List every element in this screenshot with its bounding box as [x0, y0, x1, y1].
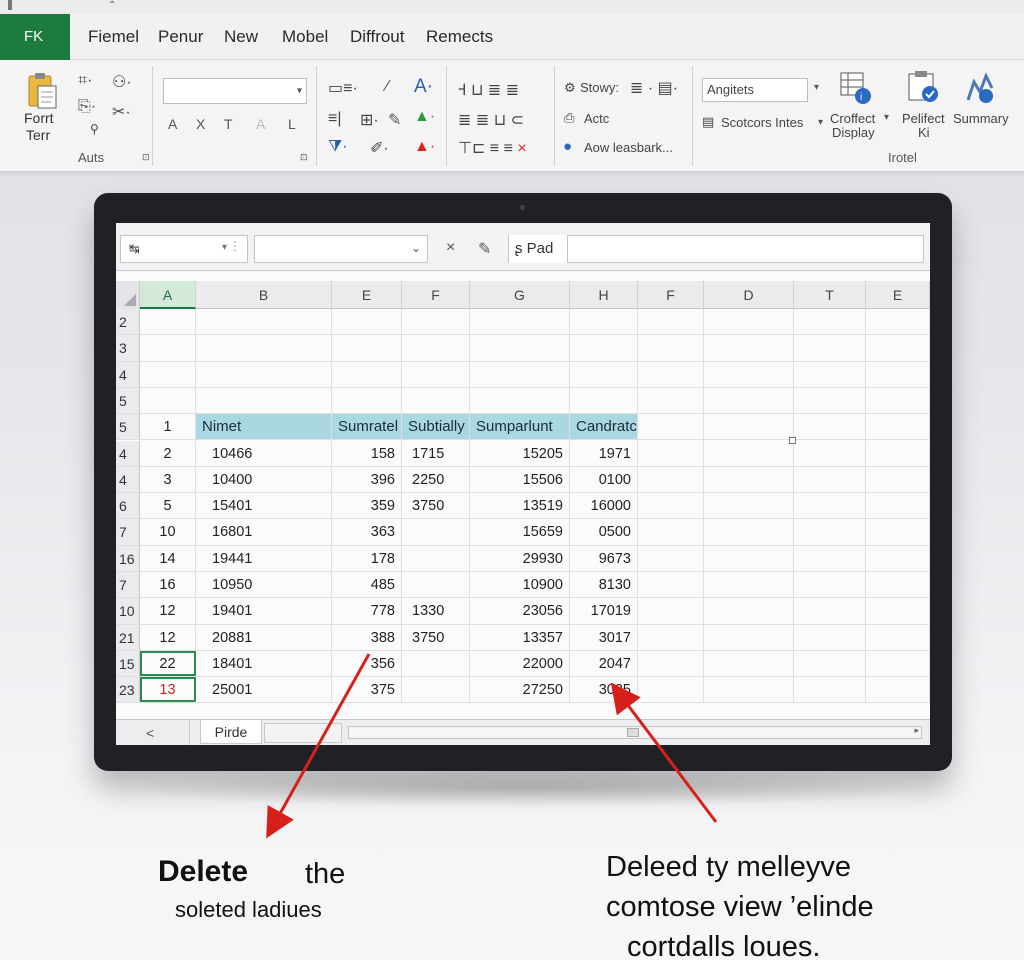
- annotation-left-the: the: [305, 858, 346, 890]
- annotation-arrows: [266, 653, 718, 839]
- arrow-left: [266, 653, 371, 839]
- annotation-right-line3: cortdalls loues.: [627, 931, 821, 960]
- annotation-right-line2: comtose view ’elinde: [606, 891, 874, 923]
- arrow-right: [610, 682, 718, 823]
- annotation-right-line1: Deleed ty melleyve: [606, 851, 851, 883]
- annotation-left-sub: soleted ladiues: [175, 897, 322, 922]
- annotation-left-bold: Delete: [158, 855, 249, 888]
